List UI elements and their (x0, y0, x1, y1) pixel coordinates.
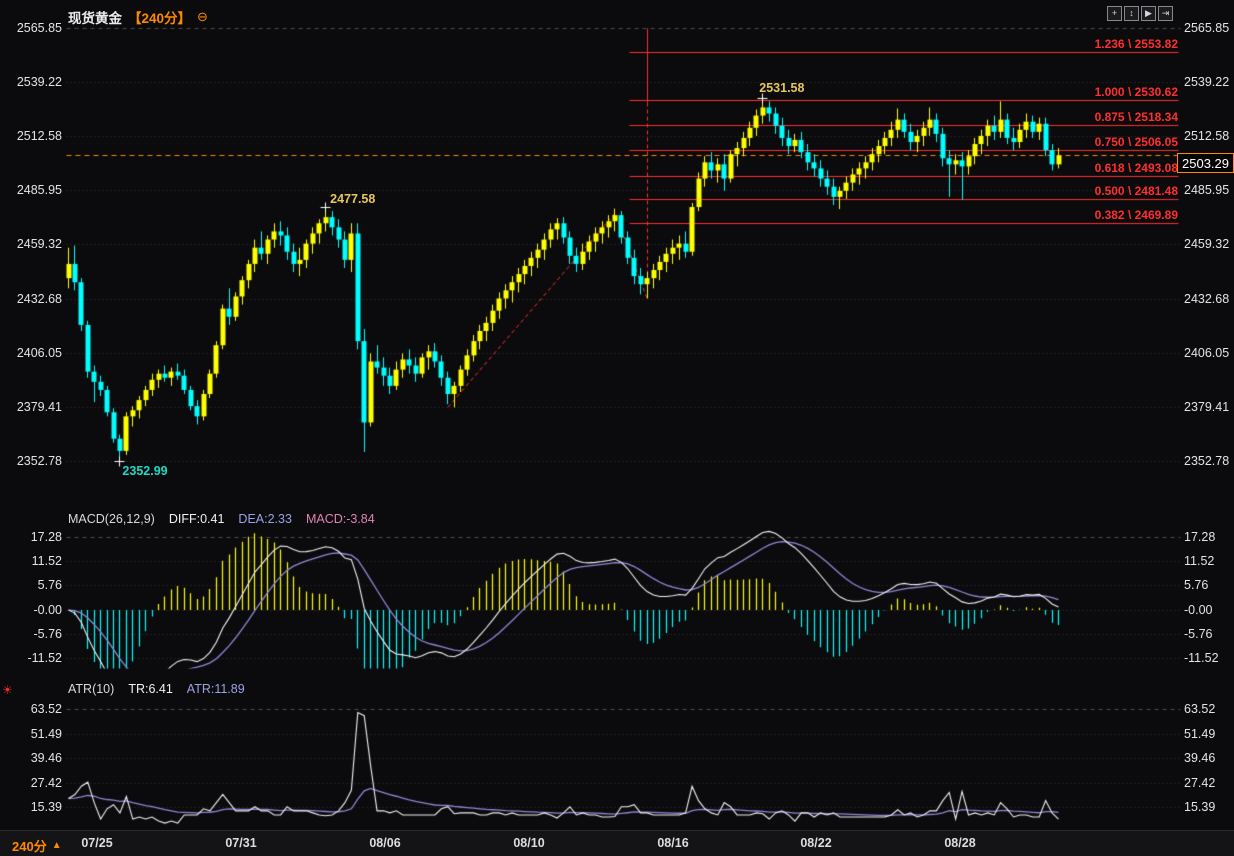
atr-indicator-row: ATR(10) TR:6.41 ATR:11.89 (68, 682, 245, 696)
trading-app-window: { "header": { "symbol": "现货黄金", "period_… (0, 0, 1234, 856)
atr-tr-value: TR:6.41 (128, 682, 173, 696)
fib-level-label: 0.875 \ 2518.34 (1094, 109, 1178, 124)
price-annotation: 2352.99 (122, 463, 168, 478)
last-price-badge: 2503.29 (1177, 153, 1234, 173)
crosshair-tool-button[interactable]: + (1107, 6, 1122, 21)
symbol-name: 现货黄金 (68, 11, 122, 26)
x-axis-date-label: 07/25 (81, 836, 113, 850)
fib-level-label: 0.750 \ 2506.05 (1094, 134, 1178, 149)
chart-title: 现货黄金 【240分】 ⊖ (68, 7, 208, 27)
period-label: 240分 (12, 839, 47, 854)
fib-level-label: 0.382 \ 2469.89 (1094, 208, 1178, 222)
atr-title: ATR(10) (68, 682, 115, 696)
up-triangle-icon: ▲ (51, 840, 62, 851)
chart-toolbar: + ↕ ▶ ⇥ (1107, 6, 1173, 21)
period-selector[interactable]: 240分 ▲ (12, 836, 62, 855)
x-axis-date-label: 08/06 (369, 836, 401, 850)
x-axis-date-label: 08/16 (657, 836, 689, 850)
x-axis-date-label: 08/28 (944, 836, 976, 850)
period-tag: 【240分】 (128, 11, 192, 26)
x-axis-date-label: 08/10 (513, 836, 545, 850)
price-annotation: 2477.58 (330, 192, 376, 207)
fib-level-label: 1.236 \ 2553.82 (1094, 37, 1178, 52)
fib-level-label: 1.000 \ 2530.62 (1094, 84, 1178, 99)
atr-atr-value: ATR:11.89 (186, 682, 245, 696)
x-axis-date-label: 07/31 (225, 836, 257, 850)
price-annotation: 2531.58 (759, 80, 805, 95)
macd-diff-value: DIFF:0.41 (168, 512, 225, 526)
x-axis-date-label: 08/22 (800, 836, 832, 850)
time-axis-bar: 240分 ▲ 07/25 07/31 08/06 08/10 08/16 08/22 08/… (0, 830, 1234, 856)
macd-title: MACD(26,12,9) (68, 512, 155, 526)
macd-macd-value: MACD:-3.84 (305, 512, 375, 526)
chart-canvas[interactable] (0, 0, 1234, 856)
macd-indicator-row: MACD(26,12,9) DIFF:0.41 DEA:2.33 MACD:-3… (68, 512, 375, 526)
collapse-icon[interactable]: ⊖ (197, 9, 208, 25)
fib-level-label: 0.618 \ 2493.08 (1094, 160, 1178, 175)
fib-level-label: 0.500 \ 2481.48 (1094, 184, 1178, 199)
macd-dea-value: DEA:2.33 (238, 512, 292, 526)
playback-tool-button[interactable]: ▶ (1141, 6, 1156, 21)
snap-right-tool-button[interactable]: ⇥ (1158, 6, 1173, 21)
alert-indicator-icon: ☀ (2, 683, 13, 697)
fit-scale-tool-button[interactable]: ↕ (1124, 6, 1139, 21)
